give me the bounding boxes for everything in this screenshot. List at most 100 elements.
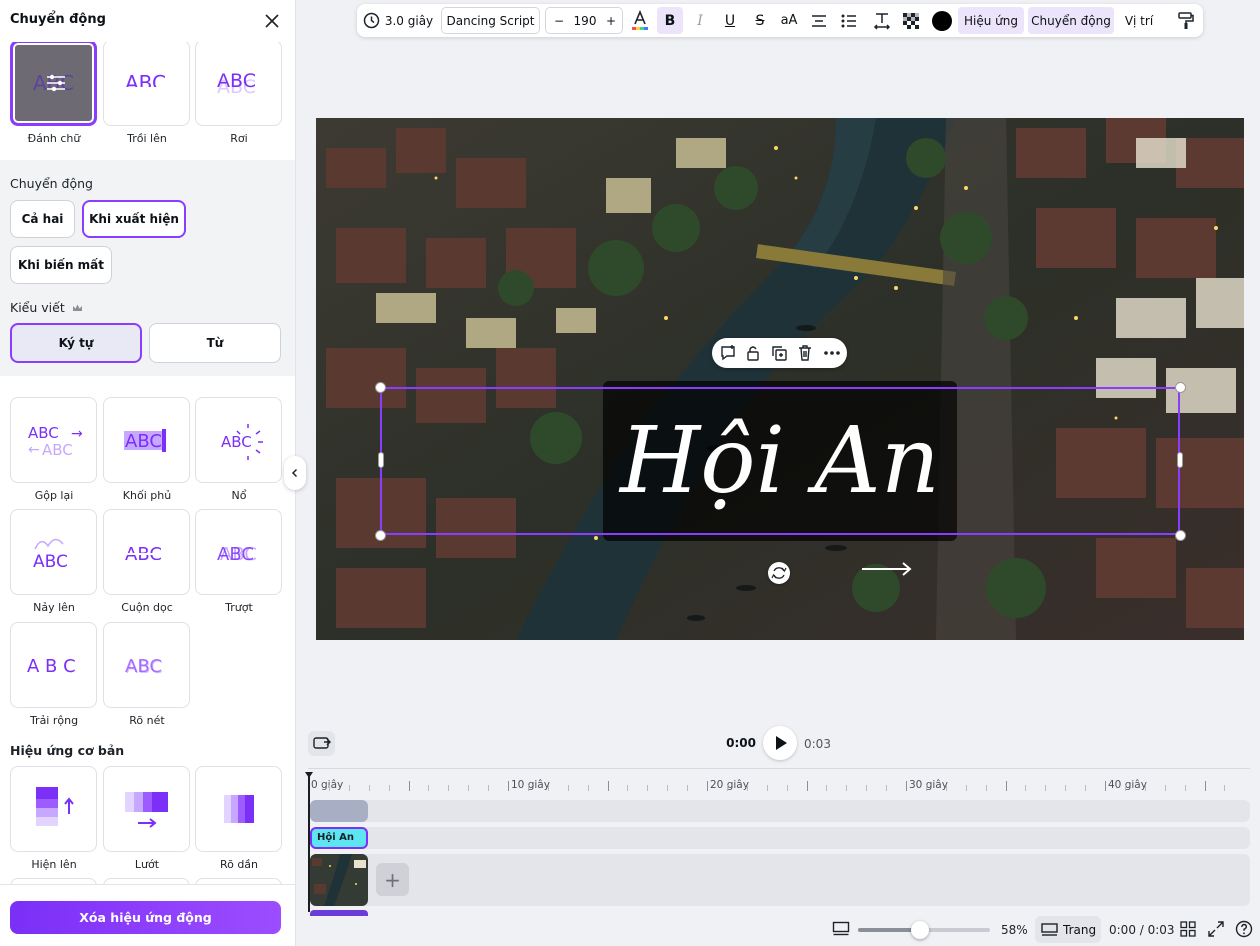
anim-slide[interactable]: ABC ABC Trượt: [195, 509, 283, 614]
effect-rise[interactable]: Hiện lên: [10, 766, 98, 871]
block-preview-icon: ABC: [124, 429, 166, 452]
svg-text:ABC: ABC: [217, 70, 256, 92]
anim-bounce[interactable]: ABC Nảy lên: [10, 509, 98, 614]
anim-spread-tile[interactable]: A B C: [10, 622, 97, 708]
position-button[interactable]: Vị trí: [1119, 7, 1159, 34]
anim-burst[interactable]: ABC Nổ: [195, 397, 283, 502]
anim-scroll[interactable]: ABC Cuộn dọc: [103, 509, 191, 614]
anim-bounce-tile[interactable]: ABC: [10, 509, 97, 595]
text-color-button[interactable]: [628, 7, 652, 34]
font-size-value[interactable]: 190: [573, 14, 597, 28]
collapse-panel-button[interactable]: [284, 456, 306, 490]
playhead-marker-icon[interactable]: [304, 771, 314, 779]
resize-handle-top-left[interactable]: [375, 382, 386, 393]
play-button[interactable]: [763, 726, 797, 760]
playhead-line[interactable]: [308, 772, 310, 912]
comment-add-icon[interactable]: [719, 344, 737, 362]
anim-spread[interactable]: A B C Trải rộng: [10, 622, 98, 727]
trash-icon[interactable]: [796, 344, 814, 362]
style-character-button[interactable]: Ký tự: [10, 323, 142, 363]
effect-pan-tile[interactable]: [103, 766, 190, 852]
anim-drop[interactable]: ABC ABC Rơi: [195, 42, 283, 145]
style-word-button[interactable]: Từ: [149, 323, 281, 363]
anim-typewriter[interactable]: ABC Đánh chữ: [10, 42, 98, 145]
rotate-handle[interactable]: [768, 562, 790, 584]
anim-burst-tile[interactable]: ABC: [195, 397, 282, 483]
anim-drop-tile[interactable]: ABC ABC: [195, 42, 282, 126]
selection-box[interactable]: [380, 387, 1180, 535]
case-button[interactable]: aA: [776, 7, 802, 34]
anim-scroll-tile[interactable]: ABC: [103, 509, 190, 595]
ruler-tick: [766, 785, 768, 791]
anim-block-tile[interactable]: ABC: [103, 397, 190, 483]
effect-fade-tile[interactable]: [195, 766, 282, 852]
anim-label: Rơi: [230, 132, 248, 145]
duplicate-icon[interactable]: [770, 344, 788, 362]
resize-handle-bottom-left[interactable]: [375, 530, 386, 541]
anim-focus[interactable]: ABC ABC Rõ nét: [103, 622, 191, 727]
spacing-button[interactable]: [869, 7, 895, 34]
color-swatch: [932, 10, 952, 31]
anim-block[interactable]: ABC Khối phủ: [103, 397, 191, 502]
zoom-value[interactable]: 58%: [1001, 918, 1028, 942]
lock-icon[interactable]: [744, 344, 762, 362]
italic-button[interactable]: I: [687, 7, 713, 34]
motion-exit-button[interactable]: Khi biến mất: [10, 246, 112, 284]
resize-handle-bottom-right[interactable]: [1175, 530, 1186, 541]
add-clip-button[interactable]: +: [376, 863, 409, 896]
scene-button[interactable]: [308, 731, 335, 756]
text-track[interactable]: [310, 827, 1250, 849]
font-size-decrease[interactable]: −: [554, 14, 564, 28]
animate-button[interactable]: Chuyển động: [1028, 7, 1114, 34]
anim-rise[interactable]: ABC Trồi lên: [103, 42, 191, 145]
more-options-icon[interactable]: [823, 344, 841, 362]
underline-button[interactable]: U: [717, 7, 743, 34]
video-clip[interactable]: [310, 854, 368, 906]
help-icon[interactable]: [1235, 920, 1253, 938]
typewriter-preview-icon: ABC: [33, 71, 74, 95]
bold-button[interactable]: B: [657, 7, 683, 34]
anim-slide-tile[interactable]: ABC ABC: [195, 509, 282, 595]
fullscreen-icon[interactable]: [1208, 921, 1224, 937]
animation-track[interactable]: [310, 800, 1250, 822]
anim-focus-tile[interactable]: ABC ABC: [103, 622, 190, 708]
list-button[interactable]: [836, 7, 862, 34]
panel-scroll-area[interactable]: ABC Đánh chữ ABC Trồi lên ABC ABC Rơi Ch…: [0, 42, 295, 884]
resize-handle-right[interactable]: [1177, 452, 1183, 468]
close-icon[interactable]: [262, 11, 282, 31]
video-track[interactable]: [310, 854, 1250, 906]
audio-clip-partial[interactable]: [310, 910, 368, 916]
page-view-button[interactable]: Trang: [1035, 916, 1101, 943]
zoom-slider-knob[interactable]: [911, 921, 930, 939]
effects-button[interactable]: Hiệu ứng: [958, 7, 1024, 34]
align-button[interactable]: [806, 7, 832, 34]
ruler-tick: [1105, 781, 1106, 791]
animation-clip[interactable]: [310, 800, 368, 822]
motion-both-button[interactable]: Cả hai: [10, 200, 75, 238]
anim-rise-tile[interactable]: ABC: [103, 42, 190, 126]
text-clip[interactable]: Hội An: [310, 827, 368, 849]
motion-enter-button[interactable]: Khi xuất hiện: [82, 200, 186, 238]
font-selector[interactable]: Dancing Script: [441, 7, 540, 34]
copy-style-button[interactable]: [1174, 7, 1198, 34]
anim-typewriter-tile[interactable]: ABC: [10, 42, 97, 126]
notes-icon[interactable]: [832, 921, 850, 937]
duration-button[interactable]: 3.0 giây: [362, 7, 434, 34]
anim-merge[interactable]: ABC → ← ABC Gộp lại: [10, 397, 98, 502]
timeline-ruler[interactable]: 0 giây 10 giây 20 giây 30 giây 40 giây: [308, 768, 1250, 794]
ruler-tick: [647, 785, 649, 791]
resize-handle-left[interactable]: [378, 452, 384, 468]
resize-handle-top-right[interactable]: [1175, 382, 1186, 393]
ruler-tick: [667, 785, 669, 791]
anim-merge-tile[interactable]: ABC → ← ABC: [10, 397, 97, 483]
effect-rise-tile[interactable]: [10, 766, 97, 852]
grid-view-icon[interactable]: [1180, 921, 1196, 937]
remove-animation-button[interactable]: Xóa hiệu ứng động: [10, 901, 281, 934]
transparency-button[interactable]: [899, 7, 923, 34]
strikethrough-button[interactable]: S: [747, 7, 773, 34]
ruler-tick: [965, 785, 967, 791]
background-color-button[interactable]: [930, 7, 954, 34]
font-size-increase[interactable]: +: [606, 14, 616, 28]
effect-fade[interactable]: Rõ dần: [195, 766, 283, 871]
effect-pan[interactable]: Lướt: [103, 766, 191, 871]
